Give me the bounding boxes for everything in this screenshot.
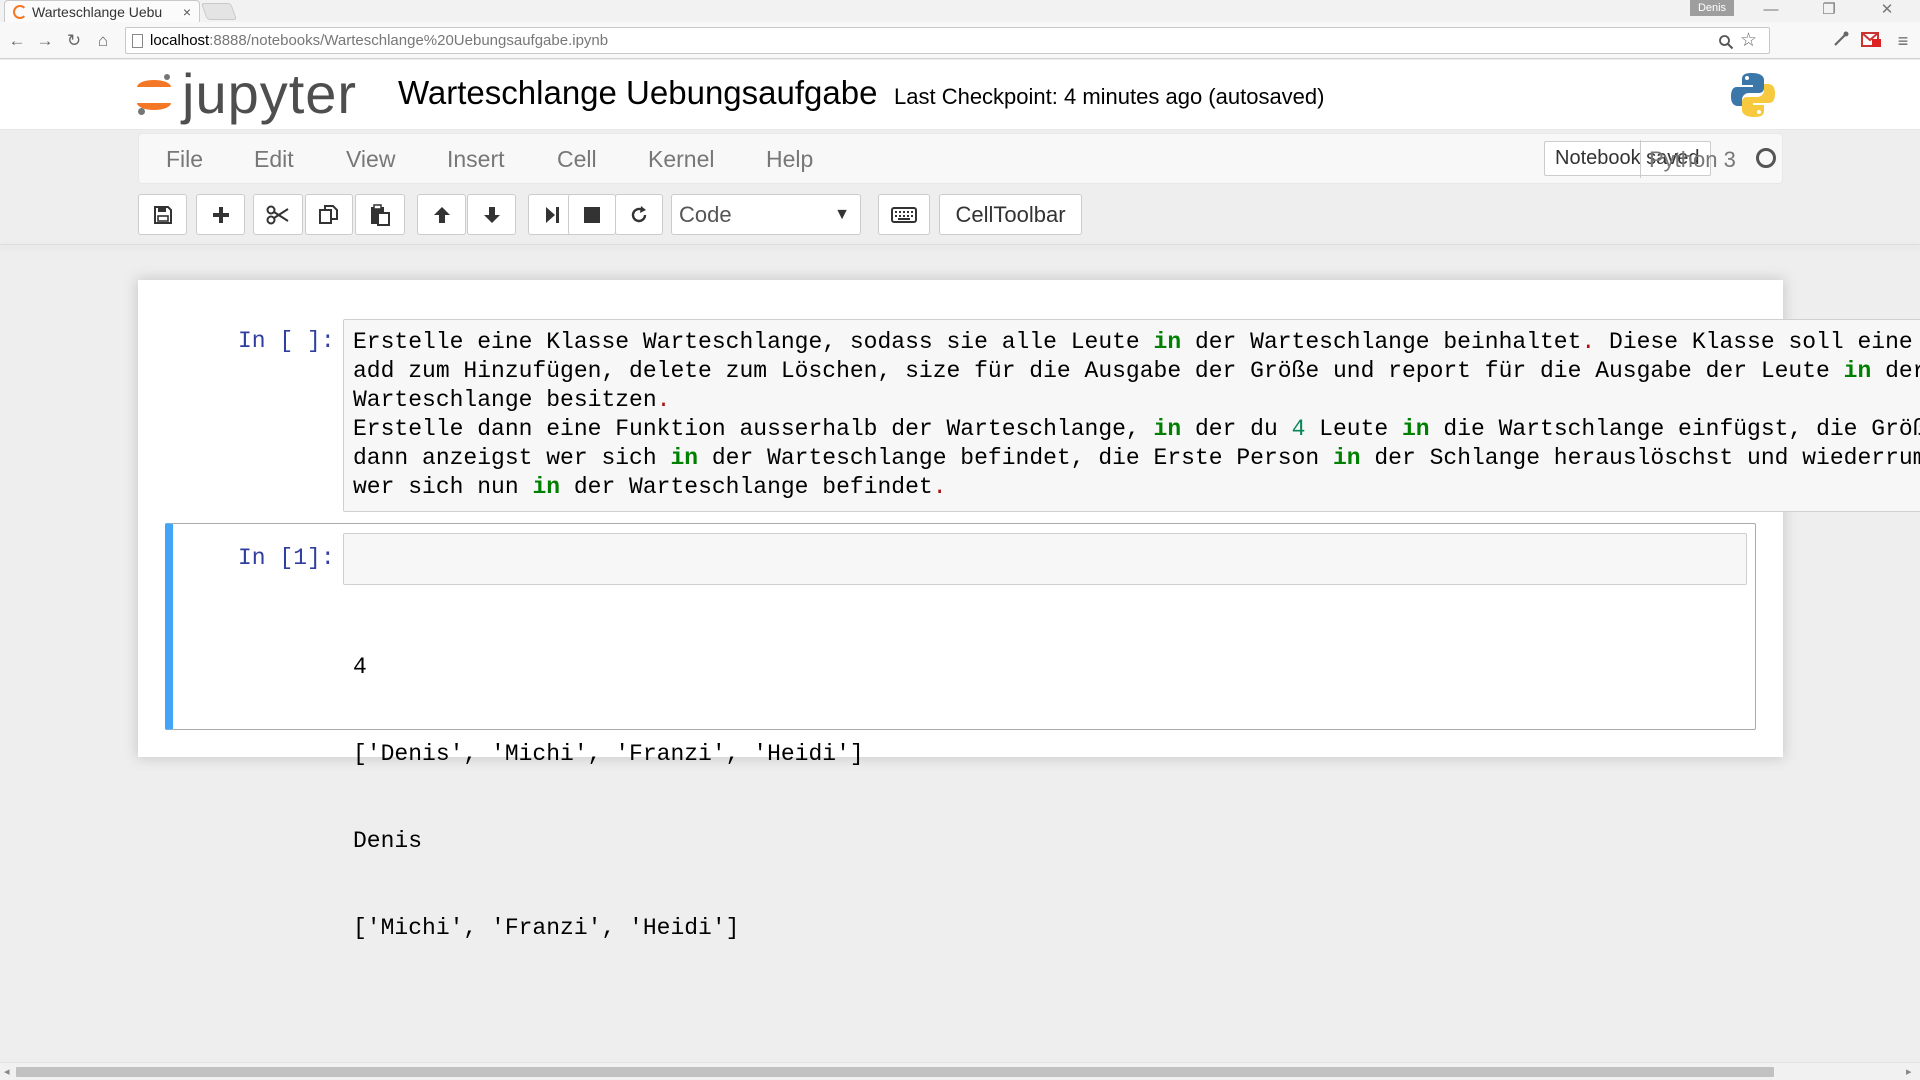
code-line: Erstelle eine Klasse Warteschlange, soda… xyxy=(353,329,1920,355)
interrupt-button[interactable] xyxy=(568,194,616,235)
restore-icon[interactable]: ❐ xyxy=(1806,0,1852,22)
kernel-idle-indicator-icon xyxy=(1756,148,1776,168)
save-icon xyxy=(153,205,172,224)
menubar: File Edit View Insert Cell Kernel Help N… xyxy=(138,133,1783,184)
checkpoint-status: Last Checkpoint: 4 minutes ago (autosave… xyxy=(894,84,1325,109)
zoom-icon[interactable] xyxy=(1718,33,1734,58)
cell-output: 4 ['Denis', 'Michi', 'Franzi', 'Heidi'] … xyxy=(353,595,864,972)
celltoolbar-button[interactable]: CellToolbar xyxy=(939,194,1082,235)
stop-icon xyxy=(584,206,600,223)
paste-icon xyxy=(371,203,390,226)
insert-cell-button[interactable] xyxy=(196,194,245,235)
save-button[interactable] xyxy=(138,194,187,235)
menu-help[interactable]: Help xyxy=(766,146,813,173)
restart-button[interactable] xyxy=(615,194,663,235)
jupyter-logo[interactable]: jupyter xyxy=(136,66,357,122)
move-up-button[interactable] xyxy=(417,194,466,235)
cell-type-select[interactable]: Code ▼ xyxy=(671,194,861,235)
cell-prompt: In [ ]: xyxy=(238,328,335,354)
address-bar[interactable]: localhost:8888/notebooks/Warteschlange%2… xyxy=(125,27,1770,54)
chevron-down-icon: ▼ xyxy=(834,206,850,223)
extension-icon[interactable] xyxy=(1830,30,1852,52)
menu-edit[interactable]: Edit xyxy=(254,146,294,173)
back-icon[interactable]: ← xyxy=(6,30,28,52)
tab-title: Warteschlange Uebu xyxy=(32,3,163,20)
menu-cell[interactable]: Cell xyxy=(557,146,597,173)
gmail-extension-icon[interactable] xyxy=(1860,30,1882,52)
header-divider xyxy=(0,244,1920,245)
divider xyxy=(1640,140,1641,178)
arrow-up-icon xyxy=(433,206,450,223)
profile-badge[interactable]: Denis xyxy=(1690,0,1734,16)
output-line: ['Michi', 'Franzi', 'Heidi'] xyxy=(353,915,740,941)
new-tab-button[interactable] xyxy=(200,3,238,20)
menu-insert[interactable]: Insert xyxy=(447,146,505,173)
scroll-right-icon[interactable]: ▸ xyxy=(1906,1065,1912,1078)
reload-icon[interactable]: ↻ xyxy=(63,30,85,52)
paste-button[interactable] xyxy=(355,194,405,235)
jupyter-favicon-icon xyxy=(13,4,27,19)
scroll-left-icon[interactable]: ◂ xyxy=(4,1065,10,1078)
code-line: Warteschlange besitzen. xyxy=(353,387,671,413)
bookmark-star-icon[interactable]: ☆ xyxy=(1740,28,1757,53)
logo-text: jupyter xyxy=(182,62,358,125)
output-line: ['Denis', 'Michi', 'Franzi', 'Heidi'] xyxy=(353,741,864,767)
url-host: localhost xyxy=(150,32,210,49)
code-line: dann anzeigst wer sich in der Warteschla… xyxy=(353,445,1920,471)
code-cell-input[interactable] xyxy=(343,533,1747,585)
jupyter-header: jupyter Warteschlange Uebungsaufgabe Las… xyxy=(0,60,1920,130)
code-cell-text[interactable]: Erstelle eine Klasse Warteschlange, soda… xyxy=(353,328,1920,502)
page-icon xyxy=(132,34,143,48)
cell-prompt: In [1]: xyxy=(238,545,335,571)
code-line: Erstelle dann eine Funktion ausserhalb d… xyxy=(353,416,1920,442)
url-path: :8888/notebooks/Warteschlange%20Uebungsa… xyxy=(209,32,609,49)
copy-button[interactable] xyxy=(305,194,353,235)
keyboard-icon xyxy=(891,206,917,223)
output-line: Denis xyxy=(353,828,423,854)
keyboard-shortcuts-button[interactable] xyxy=(878,194,930,235)
run-icon xyxy=(545,206,559,223)
menu-file[interactable]: File xyxy=(166,146,203,173)
menu-kernel[interactable]: Kernel xyxy=(648,146,714,173)
browser-menu-icon[interactable]: ≡ xyxy=(1892,30,1914,52)
jupyter-logo-icon xyxy=(136,72,174,116)
cell-type-value: Code xyxy=(679,202,732,227)
scrollbar-thumb[interactable] xyxy=(16,1067,1774,1077)
code-line: add zum Hinzufügen, delete zum Löschen, … xyxy=(353,358,1920,384)
browser-tab-bar: Warteschlange Uebu × Denis — ❐ ✕ xyxy=(0,0,1920,22)
restart-icon xyxy=(631,205,647,222)
notebook-name[interactable]: Warteschlange Uebungsaufgabe xyxy=(398,74,877,112)
horizontal-scrollbar[interactable]: ◂ ▸ xyxy=(0,1062,1920,1080)
browser-toolbar: ← → ↻ ⌂ localhost:8888/notebooks/Wartesc… xyxy=(0,22,1920,59)
cut-button[interactable] xyxy=(253,194,303,235)
python-logo-icon xyxy=(1731,73,1775,117)
move-down-button[interactable] xyxy=(467,194,516,235)
tab-close-icon[interactable]: × xyxy=(183,4,191,20)
arrow-down-icon xyxy=(483,206,500,223)
code-line: wer sich nun in der Warteschlange befind… xyxy=(353,474,947,500)
plus-icon xyxy=(212,206,229,223)
cut-icon xyxy=(266,205,289,224)
close-window-icon[interactable]: ✕ xyxy=(1864,0,1910,22)
menu-view[interactable]: View xyxy=(346,146,395,173)
copy-icon xyxy=(319,204,338,224)
forward-icon[interactable]: → xyxy=(34,30,56,52)
minimize-icon[interactable]: — xyxy=(1748,0,1794,22)
browser-tab[interactable]: Warteschlange Uebu × xyxy=(4,0,200,22)
output-line: 4 xyxy=(353,654,367,680)
home-icon[interactable]: ⌂ xyxy=(92,30,114,52)
kernel-name[interactable]: Python 3 xyxy=(1649,147,1736,173)
